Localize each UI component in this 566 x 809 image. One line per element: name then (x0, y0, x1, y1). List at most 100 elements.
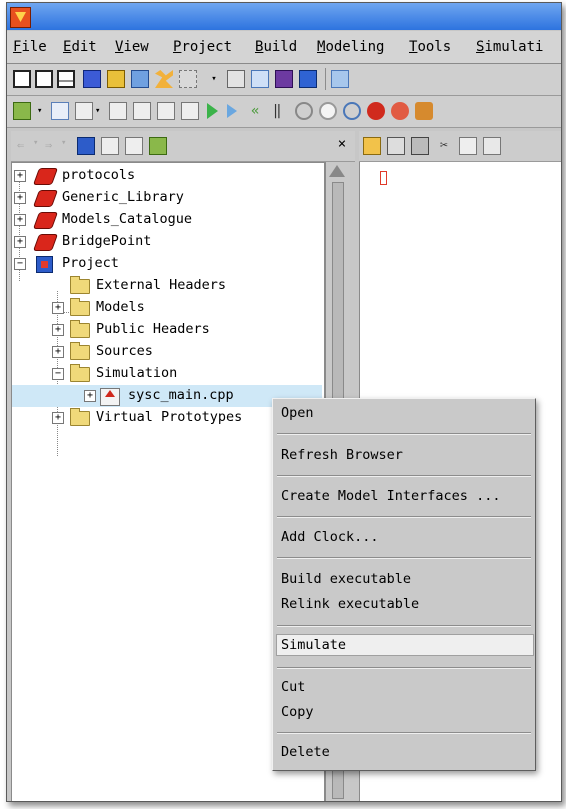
watch-icon[interactable] (319, 102, 337, 120)
project-explorer-icon[interactable] (299, 70, 317, 88)
compiler-icon[interactable] (227, 70, 245, 88)
zoom-icon[interactable] (343, 102, 361, 120)
dropdown-arrow-icon[interactable]: ▾ (203, 70, 225, 88)
tree-item-public-headers[interactable]: + Public Headers (12, 319, 322, 341)
save-icon[interactable] (387, 137, 405, 155)
expand-icon[interactable]: + (84, 390, 96, 402)
menu-item-delete[interactable]: Delete (281, 744, 330, 760)
expand-icon[interactable]: + (52, 324, 64, 336)
layout-split-bottom-icon[interactable] (57, 70, 75, 88)
layout-split-left-icon[interactable] (35, 70, 53, 88)
tree-item-external-headers[interactable]: External Headers (12, 275, 322, 297)
collapse-icon[interactable]: − (14, 258, 26, 270)
menu-item-add-clock[interactable]: Add Clock... (281, 529, 379, 545)
menu-build[interactable]: Build (255, 39, 297, 55)
library-icon (32, 190, 59, 207)
close-pane-button[interactable]: × (333, 135, 351, 153)
component-icon[interactable] (13, 102, 31, 120)
expand-icon[interactable]: + (52, 412, 64, 424)
folder-icon (70, 342, 90, 360)
hierarchy-icon[interactable] (101, 137, 119, 155)
menu-item-build-executable[interactable]: Build executable (281, 571, 411, 587)
tree-item-generic-library[interactable]: + Generic_Library (12, 187, 322, 209)
vp-icon[interactable] (275, 70, 293, 88)
menu-edit[interactable]: Edit (63, 39, 97, 55)
editor-toolbar: ✂ (359, 131, 561, 162)
tree-icon[interactable] (149, 137, 167, 155)
menu-view[interactable]: View (115, 39, 149, 55)
menu-file[interactable]: File (13, 39, 47, 55)
tree-item-project[interactable]: − Project (12, 253, 322, 275)
menu-item-create-model-interfaces[interactable]: Create Model Interfaces ... (281, 488, 500, 504)
scroll-up-icon[interactable] (329, 165, 345, 177)
menu-tools[interactable]: Tools (409, 39, 451, 55)
main-file-icon (100, 388, 120, 406)
menu-separator (277, 667, 531, 669)
tree-item-protocols[interactable]: + protocols (12, 165, 322, 187)
graph-icon[interactable] (109, 102, 127, 120)
folder-icon (70, 276, 90, 294)
expand-icon[interactable]: + (52, 302, 64, 314)
menu-item-simulate[interactable]: Simulate (281, 637, 346, 653)
layout-single-icon[interactable] (13, 70, 31, 88)
tools-icon[interactable] (155, 70, 173, 88)
open-folder-icon[interactable] (363, 137, 381, 155)
expand-icon[interactable]: + (14, 170, 26, 182)
record-icon[interactable] (391, 102, 409, 120)
filter-icon[interactable] (125, 137, 143, 155)
tree-item-label: protocols (62, 167, 136, 183)
expand-icon[interactable]: + (52, 346, 64, 358)
expand-icon[interactable]: + (14, 236, 26, 248)
menu-project[interactable]: Project (173, 39, 232, 55)
collapse-icon[interactable]: − (52, 368, 64, 380)
tree-item-label: Sources (96, 343, 153, 359)
title-bar[interactable] (7, 3, 561, 30)
breakpoint-icon[interactable] (295, 102, 313, 120)
clock-icon[interactable] (75, 102, 93, 120)
expand-icon[interactable]: + (14, 214, 26, 226)
menu-item-cut[interactable]: Cut (281, 679, 305, 695)
menu-simulation[interactable]: Simulati (476, 39, 543, 55)
menu-item-copy[interactable]: Copy (281, 704, 314, 720)
signal-icon[interactable] (51, 102, 69, 120)
dropdown-arrow-icon[interactable]: ▾ (37, 102, 47, 120)
probe-icon[interactable] (157, 102, 175, 120)
transaction-icon[interactable] (181, 102, 199, 120)
run-icon[interactable] (207, 103, 218, 119)
waveform-icon[interactable] (251, 70, 269, 88)
paste-icon[interactable] (483, 137, 501, 155)
print-icon[interactable] (411, 137, 429, 155)
rewind-icon[interactable]: « (251, 102, 269, 120)
app-logo-icon[interactable] (10, 7, 31, 28)
tree-item-models[interactable]: + Models (12, 297, 322, 319)
tree-item-simulation[interactable]: − Simulation (12, 363, 322, 385)
project-icon (36, 256, 53, 273)
project-view-icon[interactable] (77, 137, 95, 155)
pause-icon[interactable]: ‖ (273, 102, 291, 120)
build-icon[interactable] (179, 70, 197, 88)
stop-icon[interactable] (367, 102, 385, 120)
chip-icon[interactable] (107, 70, 125, 88)
bug-icon[interactable] (415, 102, 433, 120)
table-icon[interactable] (133, 102, 151, 120)
folder-icon (70, 364, 90, 382)
document-list-icon[interactable] (83, 70, 101, 88)
folder-icon (70, 298, 90, 316)
menu-modeling[interactable]: Modeling (317, 39, 384, 55)
tree-item-models-catalogue[interactable]: + Models_Catalogue (12, 209, 322, 231)
grid-view-icon[interactable] (131, 70, 149, 88)
copy-icon[interactable] (459, 137, 477, 155)
refresh-icon[interactable] (331, 70, 349, 88)
tree-item-label: BridgePoint (62, 233, 152, 249)
tree-item-label: Project (62, 255, 119, 271)
step-icon[interactable] (227, 104, 237, 118)
menu-item-open[interactable]: Open (281, 405, 314, 421)
simulation-toolbar: ▾ ▾ « ‖ (7, 96, 561, 128)
dropdown-arrow-icon[interactable]: ▾ (95, 102, 105, 120)
expand-icon[interactable]: + (14, 192, 26, 204)
cut-icon[interactable]: ✂ (435, 137, 453, 155)
menu-item-relink-executable[interactable]: Relink executable (281, 596, 419, 612)
menu-item-refresh-browser[interactable]: Refresh Browser (281, 447, 403, 463)
tree-item-bridgepoint[interactable]: + BridgePoint (12, 231, 322, 253)
tree-item-sources[interactable]: + Sources (12, 341, 322, 363)
